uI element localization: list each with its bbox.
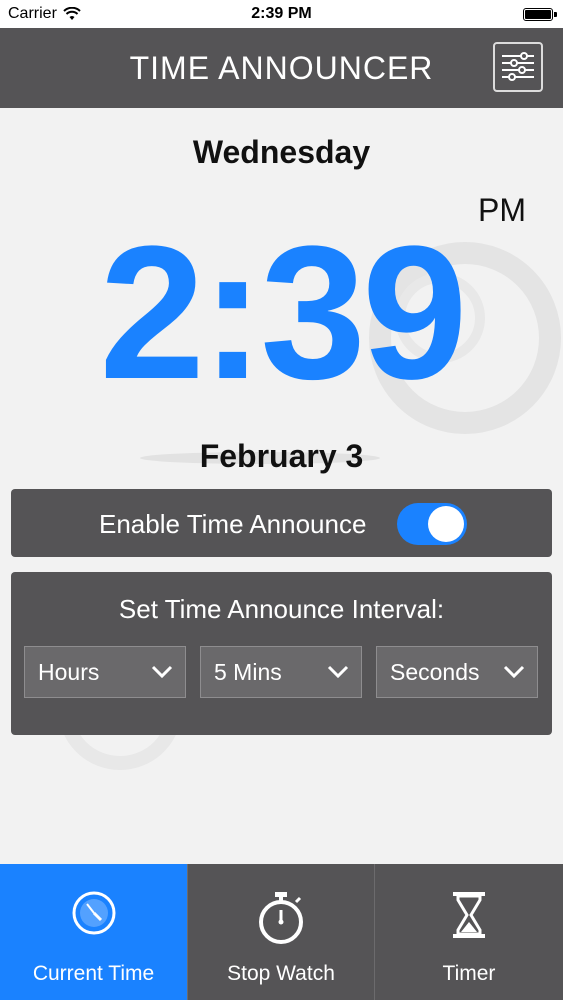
chevron-down-icon xyxy=(327,665,349,679)
seconds-select-value: Seconds xyxy=(390,659,480,685)
app-title: TIME ANNOUNCER xyxy=(129,50,434,86)
announce-label: Enable Time Announce xyxy=(99,509,367,539)
tab-label: Stop Watch xyxy=(227,962,335,985)
hours-select[interactable]: Hours xyxy=(24,646,186,698)
announce-toggle[interactable] xyxy=(397,503,467,545)
tab-bar: Current Time Stop Watch Timer xyxy=(0,864,563,1000)
interval-title: Set Time Announce Interval: xyxy=(118,594,445,624)
tab-timer[interactable]: Timer xyxy=(375,864,563,1000)
app-header: TIME ANNOUNCER xyxy=(0,28,563,108)
chevron-down-icon xyxy=(151,665,173,679)
toggle-knob xyxy=(428,506,464,542)
seconds-select[interactable]: Seconds xyxy=(376,646,538,698)
stopwatch-icon xyxy=(259,892,303,944)
hours-select-value: Hours xyxy=(38,659,100,685)
chevron-down-icon xyxy=(503,665,525,679)
tab-label: Timer xyxy=(442,962,496,985)
status-bar: Carrier 2:39 PM xyxy=(0,0,563,28)
tab-label: Current Time xyxy=(32,962,155,985)
hourglass-icon xyxy=(453,892,485,938)
status-time: 2:39 PM xyxy=(251,5,312,22)
settings-button[interactable] xyxy=(493,42,543,92)
tab-stop-watch[interactable]: Stop Watch xyxy=(188,864,374,1000)
minutes-select[interactable]: 5 Mins xyxy=(200,646,362,698)
battery-icon xyxy=(523,8,557,21)
sliders-icon xyxy=(502,52,534,81)
announce-panel: Enable Time Announce xyxy=(11,489,552,557)
tab-current-time[interactable]: Current Time xyxy=(0,864,187,1000)
clock-icon xyxy=(72,891,115,935)
current-time-display: 2:39 xyxy=(99,207,467,419)
date-label: February 3 xyxy=(199,438,364,474)
minutes-select-value: 5 Mins xyxy=(214,659,282,685)
interval-panel: Set Time Announce Interval: Hours 5 Mins… xyxy=(11,572,552,735)
weekday-label: Wednesday xyxy=(192,134,371,170)
